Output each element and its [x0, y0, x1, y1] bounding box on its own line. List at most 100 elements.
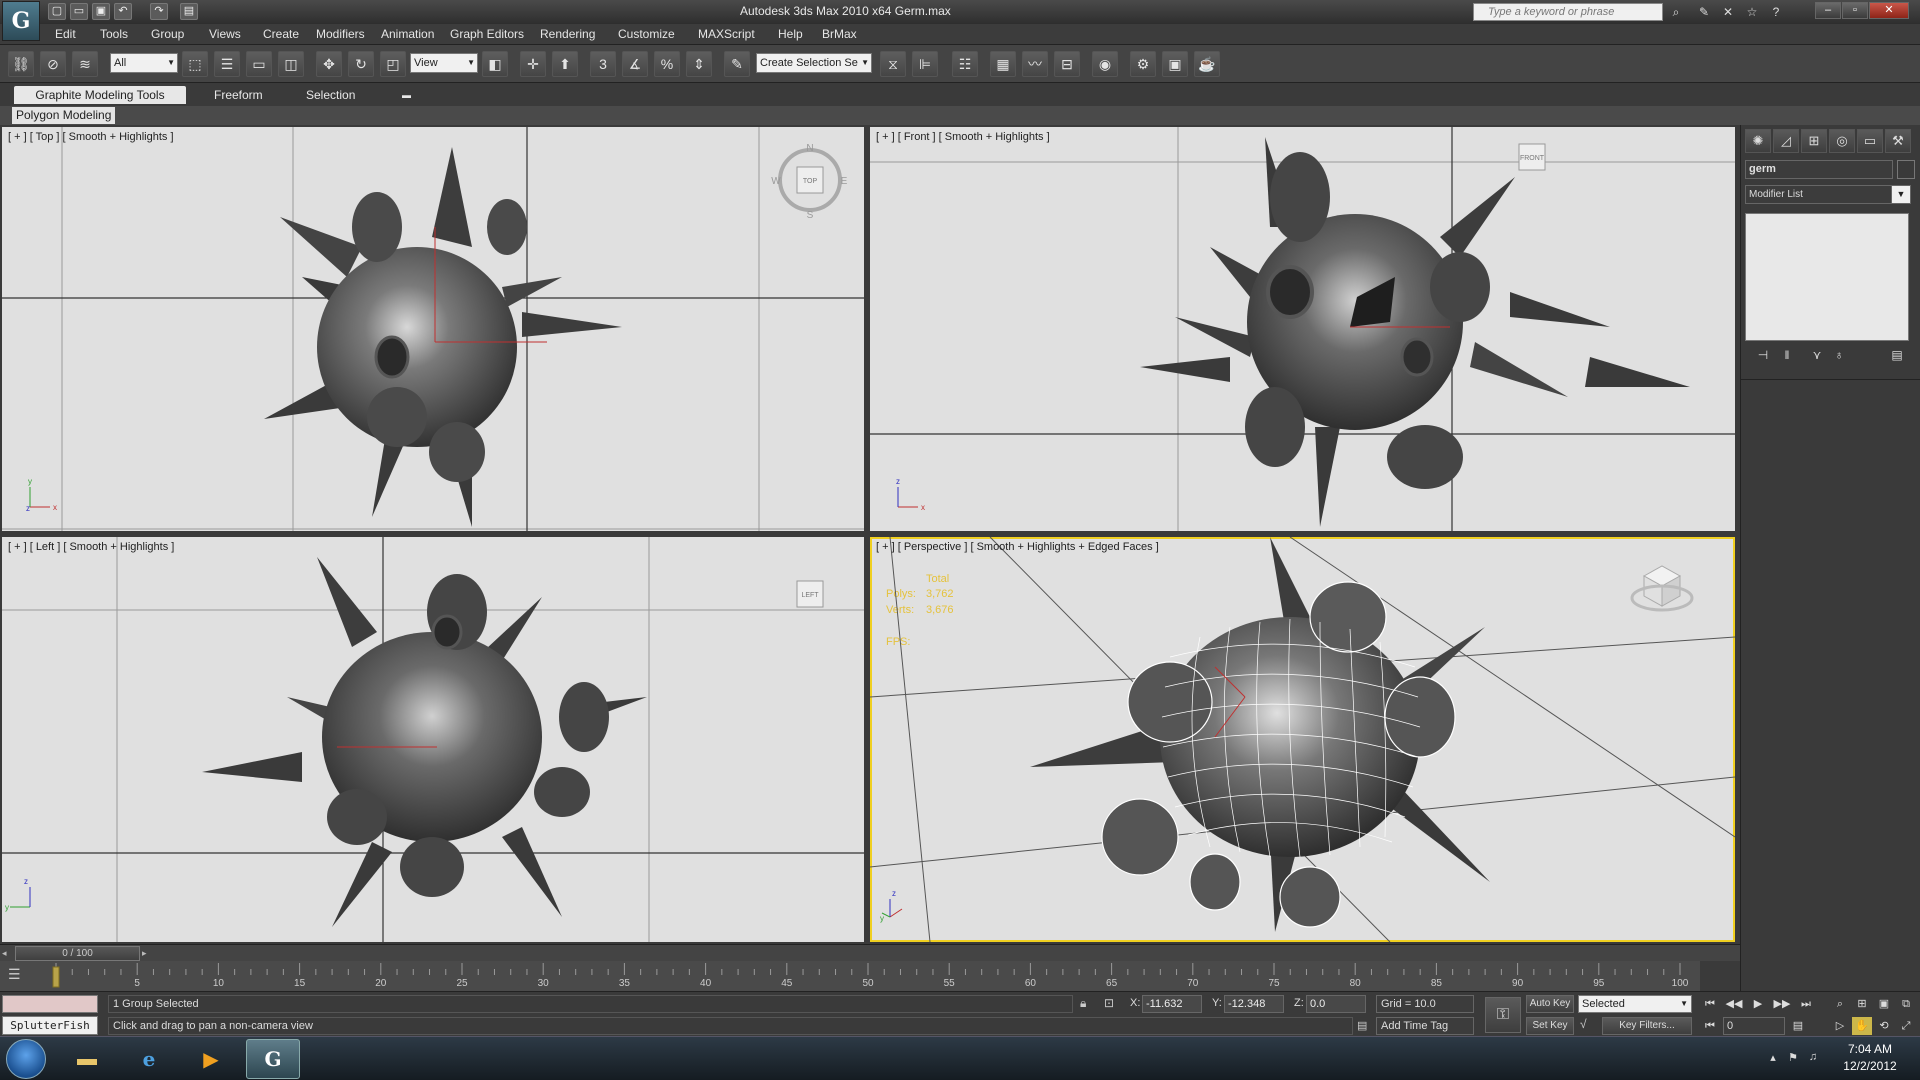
menu-animation[interactable]: Animation: [381, 27, 434, 41]
y-coordinate-field[interactable]: -12.348: [1224, 995, 1284, 1013]
go-to-end-icon[interactable]: ⏭: [1796, 995, 1816, 1013]
edit-named-selection-icon[interactable]: ✎: [724, 51, 750, 77]
zoom-icon[interactable]: ⌕: [1830, 995, 1850, 1013]
rotate-icon[interactable]: ↻: [348, 51, 374, 77]
binoculars-icon[interactable]: ⌕: [1668, 4, 1684, 20]
time-prev-icon[interactable]: ◂: [2, 946, 14, 961]
make-unique-icon[interactable]: ⋎: [1807, 345, 1827, 365]
key-icon[interactable]: ⚿: [1485, 997, 1521, 1033]
modify-tab-icon[interactable]: ◿: [1773, 129, 1799, 153]
time-next-icon[interactable]: ▸: [142, 946, 154, 961]
search-input[interactable]: Type a keyword or phrase: [1473, 3, 1663, 21]
rectangular-selection-icon[interactable]: ▭: [246, 51, 272, 77]
auto-key-button[interactable]: Auto Key: [1526, 995, 1574, 1013]
viewport-perspective[interactable]: [ + ] [ Perspective ] [ Smooth + Highlig…: [870, 537, 1735, 942]
menu-brmax[interactable]: BrMax: [822, 27, 857, 41]
play-icon[interactable]: ▶: [1748, 995, 1768, 1013]
zoom-extents-icon[interactable]: ▣: [1874, 995, 1894, 1013]
window-crossing-icon[interactable]: ◫: [278, 51, 304, 77]
communication-icon[interactable]: ✕: [1720, 4, 1736, 20]
schematic-view-icon[interactable]: ⊟: [1054, 51, 1080, 77]
render-production-icon[interactable]: ☕: [1194, 51, 1220, 77]
bind-space-warp-icon[interactable]: ≋: [72, 51, 98, 77]
subscription-icon[interactable]: ✎: [1696, 4, 1712, 20]
select-object-icon[interactable]: ⬚: [182, 51, 208, 77]
chevron-down-icon[interactable]: ▼: [1891, 185, 1911, 204]
absolute-mode-icon[interactable]: ⊡: [1104, 996, 1118, 1010]
explorer-folder-icon[interactable]: ▬: [60, 1039, 114, 1079]
modifier-list-dropdown[interactable]: Modifier List: [1745, 185, 1911, 204]
time-slider[interactable]: ◂ 0 / 100 ▸: [0, 944, 1740, 961]
layer-manager-icon[interactable]: ☷: [952, 51, 978, 77]
tab-freeform[interactable]: Freeform: [204, 86, 273, 104]
selection-filter-dropdown[interactable]: All ▼: [110, 53, 178, 73]
mirror-icon[interactable]: ⧖: [880, 51, 906, 77]
motion-tab-icon[interactable]: ◎: [1829, 129, 1855, 153]
3dsmax-task-icon[interactable]: G: [246, 1039, 300, 1079]
polygon-modeling-panel[interactable]: Polygon Modeling: [12, 107, 116, 124]
render-setup-icon[interactable]: ⚙: [1130, 51, 1156, 77]
tab-graphite-modeling-tools[interactable]: Graphite Modeling Tools: [14, 86, 186, 104]
menu-group[interactable]: Group: [151, 27, 184, 41]
tray-speaker-icon[interactable]: ♫: [1806, 1051, 1820, 1065]
help-icon[interactable]: ?: [1768, 4, 1784, 20]
scale-icon[interactable]: ◰: [380, 51, 406, 77]
z-coordinate-field[interactable]: 0.0: [1306, 995, 1366, 1013]
viewport-top[interactable]: [ + ] [ Top ] [ Smooth + Highlights ] TO…: [2, 127, 864, 531]
viewcube-front-face[interactable]: FRONT: [1520, 155, 1545, 162]
menu-edit[interactable]: Edit: [55, 27, 76, 41]
new-file-icon[interactable]: ▢: [48, 3, 66, 20]
time-tag-icon[interactable]: ▤: [1357, 1019, 1371, 1033]
current-frame-field[interactable]: 0: [1723, 1017, 1785, 1035]
internet-explorer-icon[interactable]: e: [122, 1039, 176, 1079]
redo-icon[interactable]: ↷: [150, 3, 168, 20]
favorites-star-icon[interactable]: ☆: [1744, 4, 1760, 20]
previous-frame-icon[interactable]: ◀◀: [1724, 995, 1744, 1013]
select-by-name-icon[interactable]: ☰: [214, 51, 240, 77]
key-mode-toggle-icon[interactable]: ⏮: [1700, 1017, 1720, 1035]
pin-stack-icon[interactable]: ⊣: [1753, 345, 1773, 365]
angle-snap-icon[interactable]: ∡: [622, 51, 648, 77]
zoom-all-icon[interactable]: ⊞: [1852, 995, 1872, 1013]
windows-start-icon[interactable]: [6, 1039, 46, 1079]
save-file-icon[interactable]: ▣: [92, 3, 110, 20]
maximize-button[interactable]: ▫: [1842, 2, 1868, 19]
menu-help[interactable]: Help: [778, 27, 803, 41]
field-of-view-icon[interactable]: ▷: [1830, 1017, 1850, 1035]
curve-editor-icon[interactable]: 〰: [1022, 51, 1048, 77]
orbit-icon[interactable]: ⟲: [1874, 1017, 1894, 1035]
material-editor-icon[interactable]: ◉: [1092, 51, 1118, 77]
move-icon[interactable]: ✥: [316, 51, 342, 77]
time-slider-thumb[interactable]: 0 / 100: [15, 946, 140, 961]
menu-maxscript[interactable]: MAXScript: [698, 27, 755, 41]
menu-rendering[interactable]: Rendering: [540, 27, 595, 41]
named-selection-dropdown[interactable]: Create Selection Se ▼: [756, 53, 872, 73]
viewport-top-label[interactable]: [ + ] [ Top ] [ Smooth + Highlights ]: [8, 131, 174, 143]
x-coordinate-field[interactable]: -11.632: [1142, 995, 1202, 1013]
app-logo-icon[interactable]: G: [2, 1, 40, 41]
lock-selection-icon[interactable]: 🔒︎: [1080, 996, 1094, 1010]
viewport-left[interactable]: [ + ] [ Left ] [ Smooth + Highlights ] L…: [2, 537, 864, 942]
menu-views[interactable]: Views: [209, 27, 241, 41]
remove-modifier-icon[interactable]: ♁: [1829, 345, 1849, 365]
hierarchy-tab-icon[interactable]: ⊞: [1801, 129, 1827, 153]
show-end-result-icon[interactable]: ‖: [1777, 345, 1797, 365]
maximize-viewport-icon[interactable]: ⤢: [1896, 1017, 1916, 1035]
zoom-extents-all-icon[interactable]: ⧉: [1896, 995, 1916, 1013]
pan-view-icon[interactable]: ✋: [1852, 1017, 1872, 1035]
go-to-start-icon[interactable]: ⏮: [1700, 995, 1720, 1013]
key-filters-button[interactable]: Key Filters...: [1602, 1017, 1692, 1035]
unlink-icon[interactable]: ⊘: [40, 51, 66, 77]
viewport-front[interactable]: [ + ] [ Front ] [ Smooth + Highlights ]: [870, 127, 1735, 531]
set-key-button[interactable]: Set Key: [1526, 1017, 1574, 1035]
menu-modifiers[interactable]: Modifiers: [316, 27, 365, 41]
mini-curve-editor-icon[interactable]: ☰: [8, 966, 34, 986]
percent-snap-icon[interactable]: %: [654, 51, 680, 77]
viewport-perspective-label[interactable]: [ + ] [ Perspective ] [ Smooth + Highlig…: [876, 541, 1159, 553]
spinner-snap-icon[interactable]: ⇕: [686, 51, 712, 77]
time-configuration-icon[interactable]: ▤: [1788, 1017, 1808, 1035]
tab-selection[interactable]: Selection: [296, 86, 365, 104]
close-button[interactable]: ✕: [1869, 2, 1909, 19]
maxscript-mini-listener[interactable]: [2, 995, 98, 1013]
pivot-center-icon[interactable]: ◧: [482, 51, 508, 77]
